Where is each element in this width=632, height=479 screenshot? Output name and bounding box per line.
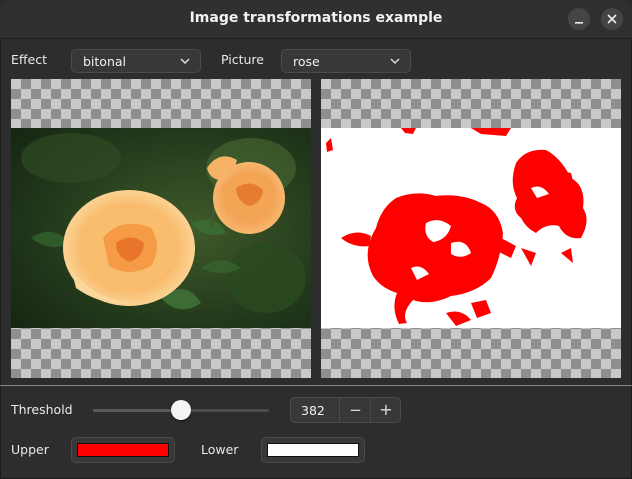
bitonal-rose-image [321,128,621,328]
title-bar: Image transformations example [0,0,632,39]
original-image-panel [11,79,311,378]
chevron-down-icon [390,58,400,65]
lower-label: Lower [201,442,239,457]
threshold-label: Threshold [11,402,73,417]
original-rose-image [11,128,311,328]
increment-button[interactable]: + [370,398,401,422]
separator [0,385,632,386]
decrement-button[interactable]: − [339,398,371,422]
lower-color-button[interactable] [261,437,365,463]
close-icon [607,14,617,24]
upper-label: Upper [11,442,49,457]
transformed-image-panel [321,79,621,378]
close-button[interactable] [601,8,623,30]
upper-color-swatch [77,443,169,457]
app-window: Image transformations example Effect bit… [0,0,632,479]
threshold-spinbox[interactable]: 382 − + [290,397,401,423]
picture-dropdown[interactable]: rose [281,49,411,73]
picture-label: Picture [221,52,264,67]
lower-color-swatch [267,443,359,457]
window-title: Image transformations example [189,10,443,26]
upper-color-button[interactable] [71,437,175,463]
minimize-button[interactable] [568,8,590,30]
effect-value: bitonal [83,54,127,69]
threshold-slider-fill [93,409,181,412]
chevron-down-icon [180,58,190,65]
threshold-value[interactable]: 382 [301,403,325,418]
picture-value: rose [293,54,320,69]
threshold-slider-handle[interactable] [171,400,191,420]
effect-label: Effect [11,52,47,67]
effect-dropdown[interactable]: bitonal [71,49,201,73]
minimize-icon [575,22,583,24]
